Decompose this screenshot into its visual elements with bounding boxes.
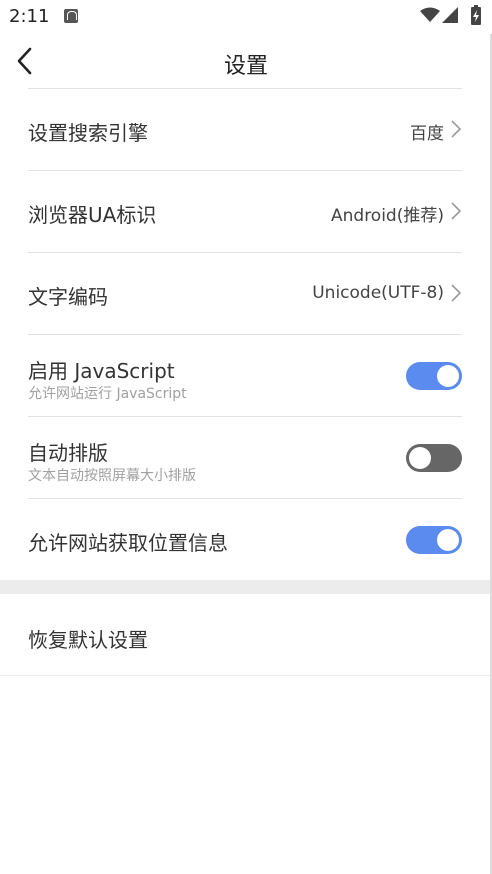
location-toggle[interactable] — [406, 526, 462, 554]
javascript-toggle[interactable] — [406, 362, 462, 390]
setting-value: Unicode(UTF-8) — [312, 283, 444, 303]
setting-row-search-engine[interactable]: 设置搜索引擎 百度 — [28, 88, 462, 170]
setting-row-text-encoding[interactable]: 文字编码 Unicode(UTF-8) — [28, 252, 462, 334]
setting-row-location: 允许网站获取位置信息 — [28, 498, 462, 580]
setting-title: 允许网站获取位置信息 — [28, 531, 228, 555]
setting-title: 设置搜索引擎 — [28, 121, 148, 145]
battery-icon — [471, 5, 481, 25]
setting-value: Android(推荐) — [331, 206, 444, 226]
setting-subtitle: 允许网站运行 JavaScript — [28, 386, 187, 402]
status-bar: 2:11 — [0, 0, 492, 34]
chevron-right-icon — [451, 120, 462, 138]
notification-icon — [64, 9, 78, 23]
setting-title: 文字编码 — [28, 285, 108, 309]
chevron-right-icon — [451, 202, 462, 220]
status-time: 2:11 — [9, 6, 50, 27]
setting-row-javascript: 启用 JavaScript 允许网站运行 JavaScript — [28, 334, 462, 416]
setting-value: 百度 — [410, 124, 444, 144]
setting-row-auto-layout: 自动排版 文本自动按照屏幕大小排版 — [28, 416, 462, 498]
setting-row-user-agent[interactable]: 浏览器UA标识 Android(推荐) — [28, 170, 462, 252]
toggle-knob — [437, 365, 459, 387]
auto-layout-toggle[interactable] — [406, 444, 462, 472]
header: 设置 — [0, 34, 492, 88]
toggle-knob — [409, 447, 431, 469]
section-divider — [0, 580, 490, 594]
setting-title: 自动排版 — [28, 441, 108, 465]
setting-title: 启用 JavaScript — [28, 359, 175, 383]
signal-icon — [442, 7, 458, 23]
settings-list: 设置搜索引擎 百度 浏览器UA标识 Android(推荐) 文字编码 Unico… — [0, 88, 490, 676]
setting-title: 浏览器UA标识 — [28, 203, 157, 227]
wifi-icon — [420, 7, 440, 22]
setting-subtitle: 文本自动按照屏幕大小排版 — [28, 468, 196, 484]
page-title: 设置 — [223, 54, 268, 79]
settings-screen: 2:11 设置 设置搜索引擎 百度 浏览器UA标识 Android(推荐) 文字… — [0, 0, 492, 874]
reset-label: 恢复默认设置 — [28, 628, 148, 652]
toggle-knob — [437, 529, 459, 551]
reset-settings-button[interactable]: 恢复默认设置 — [0, 594, 490, 676]
chevron-right-icon — [451, 284, 462, 302]
